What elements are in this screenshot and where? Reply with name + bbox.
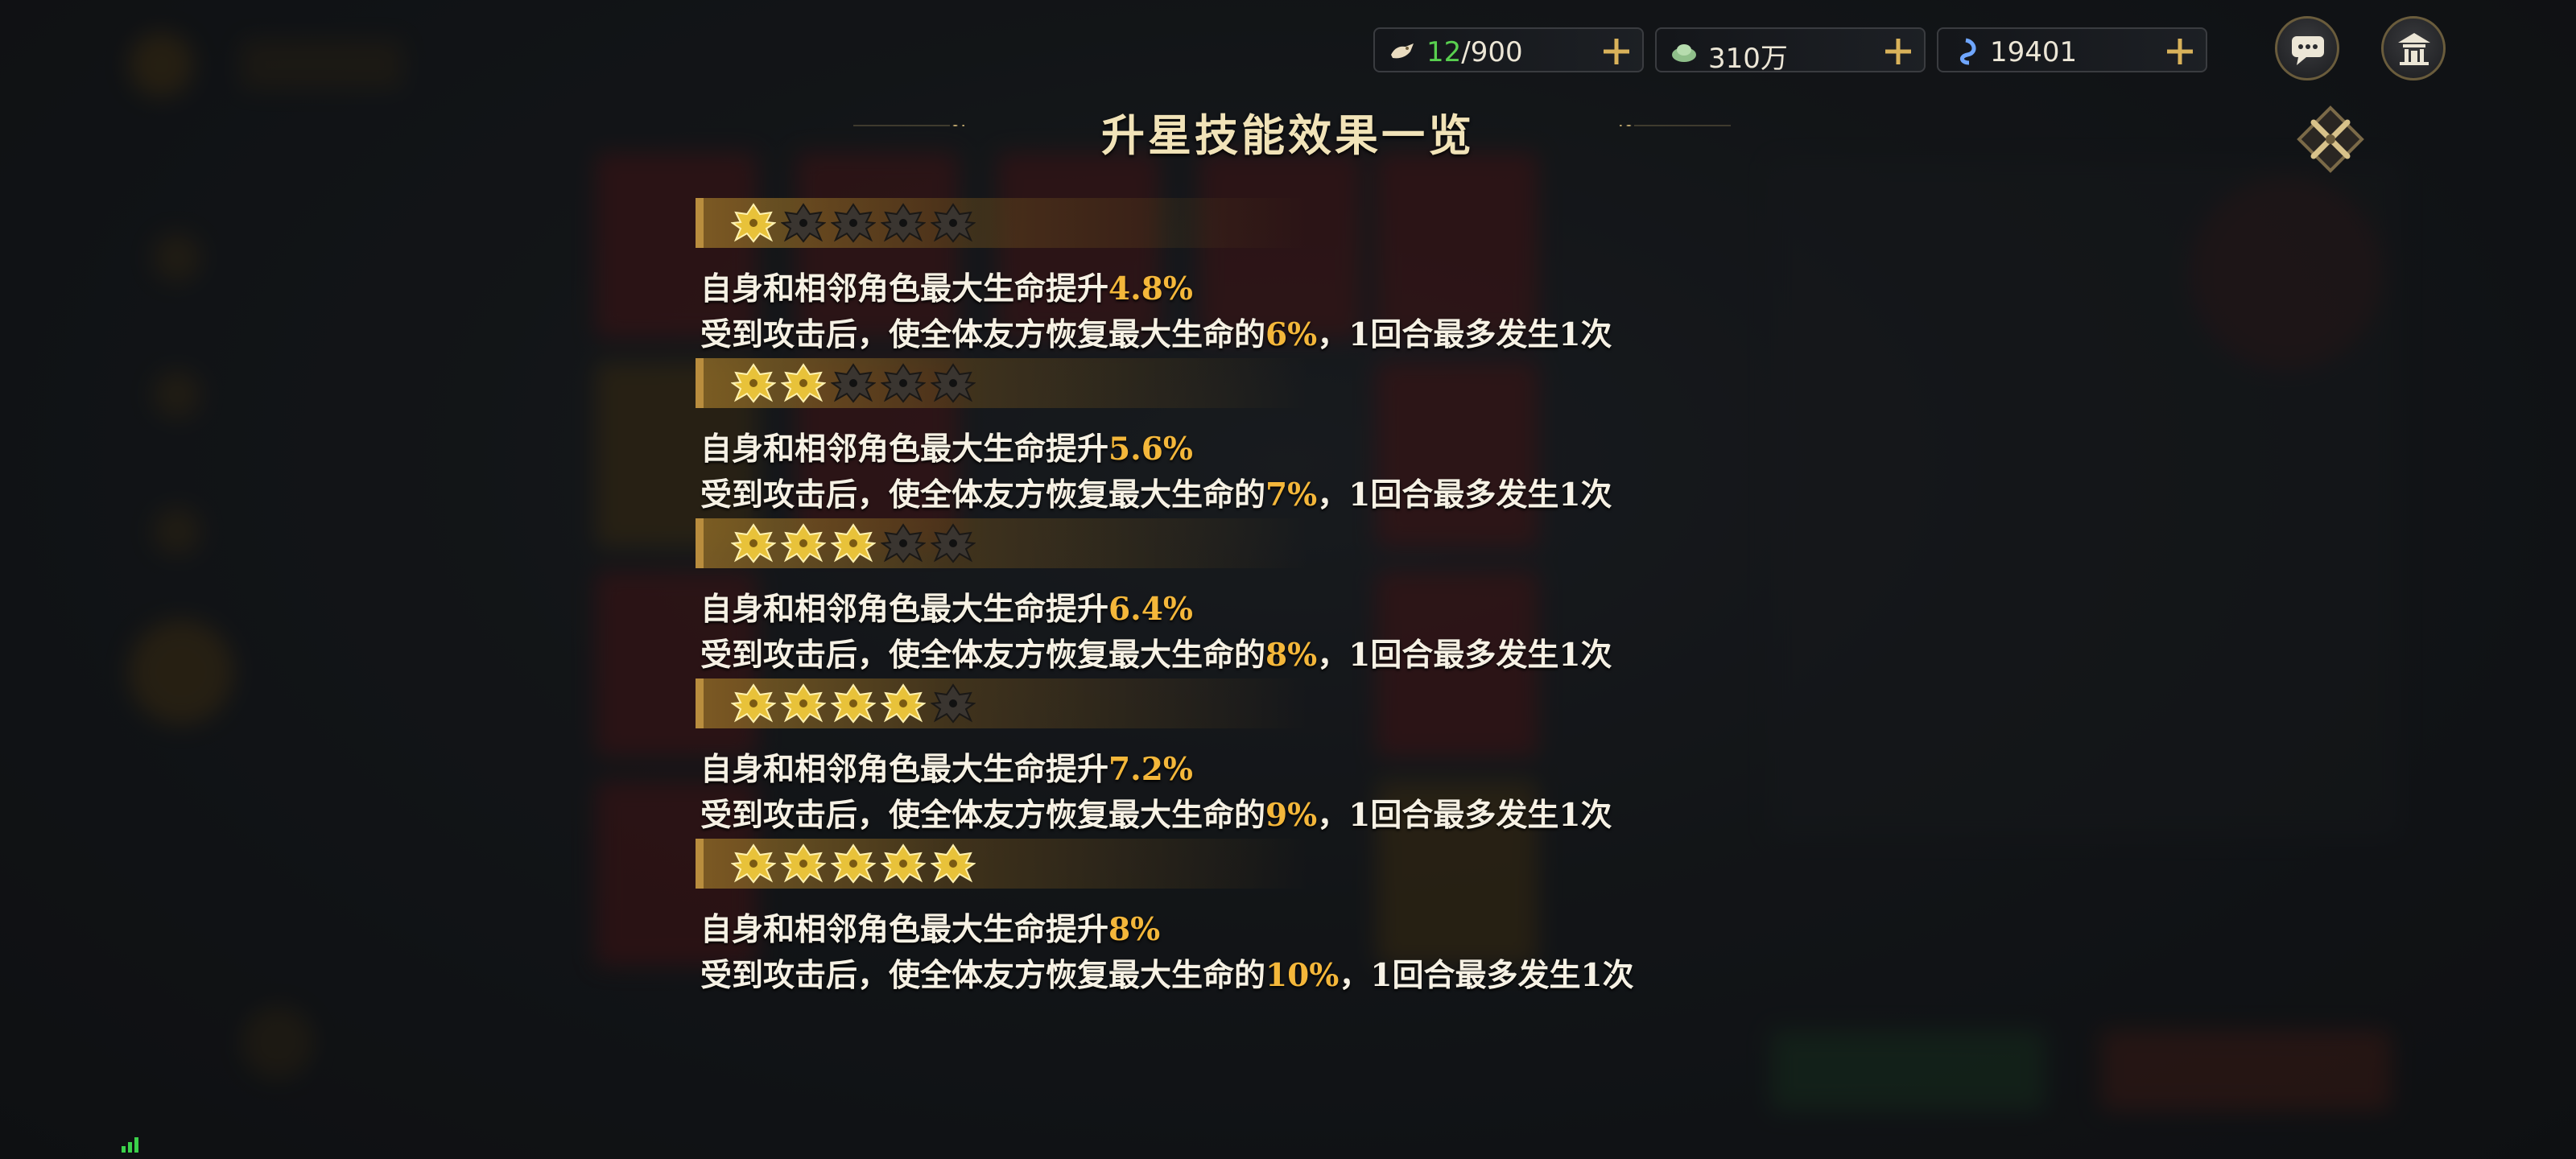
effect-text-suffix: ，1回合最多发生1次 — [1339, 957, 1634, 994]
resource-jade: 19401 — [1937, 27, 2207, 72]
silver-value: 310万 — [1708, 43, 1788, 75]
chat-button[interactable] — [2275, 16, 2339, 80]
resource-silver: 310万 — [1655, 27, 1926, 75]
effect-text: 受到攻击后，使全体友方恢复最大生命的 — [700, 476, 1266, 514]
chat-icon — [2292, 36, 2324, 65]
stamina-value: 12/900 — [1426, 36, 1523, 68]
effect-line-heal: 受到攻击后，使全体友方恢复最大生命的8%，1回合最多发生1次 — [700, 630, 1612, 675]
star-empty-icon — [831, 203, 876, 243]
star-lit-icon — [731, 843, 776, 884]
add-stamina-button[interactable] — [1600, 35, 1633, 68]
star-empty-icon — [881, 523, 926, 563]
effect-value: 8% — [1108, 911, 1161, 948]
effect-value: 7.2% — [1108, 751, 1193, 788]
effect-line-max-hp: 自身和相邻角色最大生命提升4.8% — [700, 264, 1193, 309]
star-rating-bar — [696, 839, 1307, 889]
effect-text: 自身和相邻角色最大生命提升 — [700, 431, 1109, 468]
star-lit-icon — [881, 683, 926, 724]
star-rating-bar — [696, 518, 1307, 568]
star-empty-icon — [931, 363, 976, 403]
effect-text-suffix: ，1回合最多发生1次 — [1317, 316, 1612, 353]
effect-line-heal: 受到攻击后，使全体友方恢复最大生命的7%，1回合最多发生1次 — [700, 470, 1612, 515]
signal-icon — [122, 1137, 138, 1153]
star-rating-bar — [696, 198, 1307, 248]
star-lit-icon — [731, 363, 776, 403]
effect-line-max-hp: 自身和相邻角色最大生命提升5.6% — [700, 424, 1193, 469]
star-lit-icon — [731, 203, 776, 243]
star-rating-bar — [696, 678, 1307, 728]
effect-line-max-hp: 自身和相邻角色最大生命提升8% — [700, 905, 1160, 950]
star-lit-icon — [781, 363, 826, 403]
effect-value: 10% — [1265, 957, 1340, 994]
star-empty-icon — [931, 523, 976, 563]
star-lit-icon — [781, 523, 826, 563]
effect-value: 8% — [1265, 637, 1318, 674]
close-button[interactable] — [2296, 105, 2365, 174]
effect-text: 自身和相邻角色最大生命提升 — [700, 751, 1109, 788]
effect-value: 5.6% — [1108, 431, 1193, 468]
effect-value: 9% — [1265, 797, 1318, 834]
star-empty-icon — [881, 363, 926, 403]
page-title: 升星技能效果一览 — [1101, 109, 1475, 161]
jade-value: 19401 — [1990, 36, 2078, 68]
effect-value: 4.8% — [1108, 270, 1193, 307]
title-ornament-right — [1620, 125, 1731, 126]
effect-line-max-hp: 自身和相邻角色最大生命提升6.4% — [700, 584, 1193, 629]
star-lit-icon — [931, 843, 976, 884]
star-rating-bar — [696, 358, 1307, 408]
effect-text: 自身和相邻角色最大生命提升 — [700, 911, 1109, 948]
effect-text: 受到攻击后，使全体友方恢复最大生命的 — [700, 637, 1266, 674]
star-empty-icon — [931, 203, 976, 243]
effect-text: 自身和相邻角色最大生命提升 — [700, 270, 1109, 307]
star-skill-overview-screen: 12/900 310万 19401 升星技能效果一览 自身和相邻角色最大生命提升… — [0, 0, 2576, 1159]
effect-text-suffix: ，1回合最多发生1次 — [1317, 476, 1612, 514]
star-lit-icon — [781, 683, 826, 724]
effect-text: 受到攻击后，使全体友方恢复最大生命的 — [700, 316, 1266, 353]
effect-value: 6% — [1265, 316, 1318, 353]
effect-line-max-hp: 自身和相邻角色最大生命提升7.2% — [700, 744, 1193, 790]
add-jade-button[interactable] — [2164, 35, 2196, 68]
effect-line-heal: 受到攻击后，使全体友方恢复最大生命的10%，1回合最多发生1次 — [700, 951, 1634, 996]
effect-line-heal: 受到攻击后，使全体友方恢复最大生命的6%，1回合最多发生1次 — [700, 310, 1612, 355]
stamina-icon — [1391, 43, 1414, 59]
star-lit-icon — [831, 683, 876, 724]
star-lit-icon — [781, 843, 826, 884]
effect-line-heal: 受到攻击后，使全体友方恢复最大生命的9%，1回合最多发生1次 — [700, 790, 1612, 835]
star-empty-icon — [931, 683, 976, 724]
effect-text-suffix: ，1回合最多发生1次 — [1317, 797, 1612, 834]
star-lit-icon — [831, 843, 876, 884]
silver-icon — [1672, 44, 1696, 62]
star-empty-icon — [831, 363, 876, 403]
add-silver-button[interactable] — [1882, 35, 1914, 68]
star-empty-icon — [781, 203, 826, 243]
star-lit-icon — [731, 523, 776, 563]
star-lit-icon — [731, 683, 776, 724]
effect-value: 6.4% — [1108, 591, 1193, 628]
home-button[interactable] — [2381, 16, 2446, 80]
resource-stamina: 12/900 — [1373, 27, 1644, 72]
star-lit-icon — [881, 843, 926, 884]
effect-text: 受到攻击后，使全体友方恢复最大生命的 — [700, 797, 1266, 834]
star-empty-icon — [881, 203, 926, 243]
effect-text: 自身和相邻角色最大生命提升 — [700, 591, 1109, 628]
jade-icon — [1960, 38, 1976, 65]
effect-value: 7% — [1265, 476, 1318, 514]
star-lit-icon — [831, 523, 876, 563]
effect-text: 受到攻击后，使全体友方恢复最大生命的 — [700, 957, 1266, 994]
effect-text-suffix: ，1回合最多发生1次 — [1317, 637, 1612, 674]
pavilion-icon — [2398, 33, 2430, 65]
